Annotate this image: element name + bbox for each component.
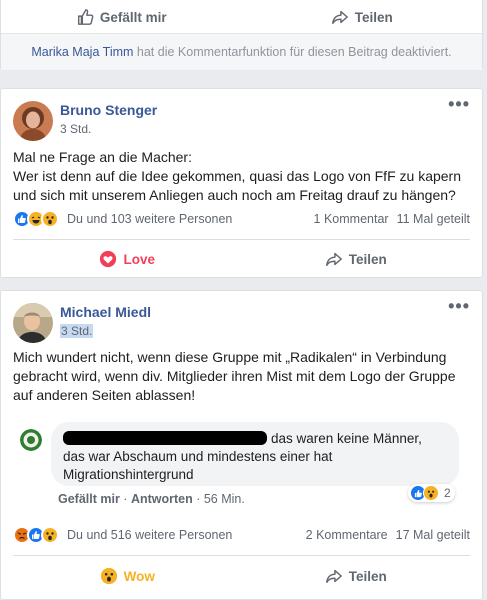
post-text: Mal ne Frage an die Macher: Wer ist denn… (13, 148, 461, 205)
more-options-button[interactable]: ••• (448, 297, 470, 315)
reaction-icons[interactable] (13, 526, 59, 544)
wow-label: Wow (123, 568, 155, 584)
post-text-line: und sich mit unserem Anliegen auch noch … (13, 187, 456, 203)
share-arrow-icon (325, 569, 342, 584)
notice-user-link[interactable]: Marika Maja Timm (31, 45, 133, 59)
share-arrow-icon (331, 10, 348, 25)
reaction-icons[interactable] (13, 210, 59, 228)
heart-icon (100, 250, 117, 268)
post-card-bruno: Bruno Stenger 3 Std. ••• Mal ne Frage an… (0, 88, 483, 278)
notice-text: hat die Kommentarfunktion für diesen Bei… (133, 45, 452, 59)
share-arrow-icon (325, 252, 342, 267)
love-reaction-button[interactable]: Love (13, 242, 242, 276)
previous-post-card: Gefällt mir Teilen Marika Maja Timm hat … (0, 0, 483, 70)
comment-like-link[interactable]: Gefällt mir (58, 492, 120, 506)
post-text-line: auf anderen Seiten ablassen! (13, 387, 196, 403)
separator: · (119, 492, 131, 506)
wow-face-icon (100, 567, 117, 585)
wow-reaction-button[interactable]: Wow (13, 559, 242, 593)
comment-bubble: das waren keine Männer, das war Abschaum… (51, 422, 459, 486)
avatar[interactable] (13, 303, 53, 343)
post-text-line: Mal ne Frage an die Macher: (13, 149, 192, 165)
more-options-button[interactable]: ••• (448, 95, 470, 113)
previous-post-actions: Gefällt mir Teilen (1, 1, 482, 33)
post-text-line: gebracht wird, wenn div. Mitglieder ihre… (13, 368, 456, 384)
post-card-michael: Michael Miedl 3 Std. ••• Mich wundert ni… (0, 290, 483, 600)
share-label: Teilen (348, 251, 387, 267)
avatar[interactable] (13, 101, 53, 141)
comment-text: das waren keine Männer, (271, 431, 422, 446)
share-button[interactable]: Teilen (242, 1, 483, 33)
separator: · (192, 492, 204, 506)
wow-reaction-icon (41, 210, 59, 228)
reactions-summary[interactable]: Du und 516 weitere Personen (67, 528, 232, 542)
wow-reaction-icon (41, 526, 59, 544)
thumbs-up-icon (77, 9, 94, 25)
comment-reply-link[interactable]: Antworten (131, 492, 193, 506)
comment-text-line: das war Abschaum und mindestens einer ha… (63, 449, 333, 464)
comment-actions: Gefällt mir · Antworten · 56 Min. (58, 492, 245, 506)
post-text-line: Wer ist denn auf die Idee gekommen, quas… (13, 168, 461, 184)
post-text: Mich wundert nicht, wenn diese Gruppe mi… (13, 348, 456, 405)
post-actions: Wow Teilen (13, 559, 470, 593)
share-button[interactable]: Teilen (242, 242, 471, 276)
post-stats: Du und 516 weitere Personen 2 Kommentare… (13, 525, 470, 545)
reactions-summary[interactable]: Du und 103 weitere Personen (67, 212, 232, 226)
commenter-avatar[interactable] (20, 429, 42, 451)
shares-count[interactable]: 17 Mal geteilt (396, 528, 470, 542)
divider (13, 239, 470, 240)
share-label: Teilen (348, 568, 387, 584)
divider (13, 555, 470, 556)
comment-reactions[interactable]: 2 (408, 484, 455, 502)
redacted-name (63, 431, 267, 445)
comment-text-line: Migrationshintergrund (63, 467, 194, 482)
comment-time[interactable]: 56 Min. (204, 492, 245, 506)
like-button[interactable]: Gefällt mir (1, 1, 242, 33)
post-author[interactable]: Bruno Stenger (60, 102, 157, 118)
post-stats: Du und 103 weitere Personen 1 Kommentar … (13, 209, 470, 229)
love-label: Love (123, 251, 155, 267)
shares-count[interactable]: 11 Mal geteilt (397, 212, 470, 226)
comments-count[interactable]: 2 Kommentare (306, 528, 388, 542)
comment-text-line: das waren keine Männer, (63, 430, 447, 448)
post-time[interactable]: 3 Std. (60, 122, 91, 136)
like-label: Gefällt mir (99, 9, 167, 25)
share-label: Teilen (354, 9, 393, 25)
share-button[interactable]: Teilen (242, 559, 471, 593)
wow-reaction-icon (423, 485, 439, 501)
post-text-line: Mich wundert nicht, wenn diese Gruppe mi… (13, 349, 447, 365)
comments-disabled-notice: Marika Maja Timm hat die Kommentarfunkti… (1, 33, 482, 70)
post-time[interactable]: 3 Std. (60, 324, 94, 338)
post-author[interactable]: Michael Miedl (60, 304, 151, 320)
comment-reaction-count: 2 (444, 486, 451, 500)
post-actions: Love Teilen (13, 242, 470, 276)
comments-count[interactable]: 1 Kommentar (314, 212, 389, 226)
